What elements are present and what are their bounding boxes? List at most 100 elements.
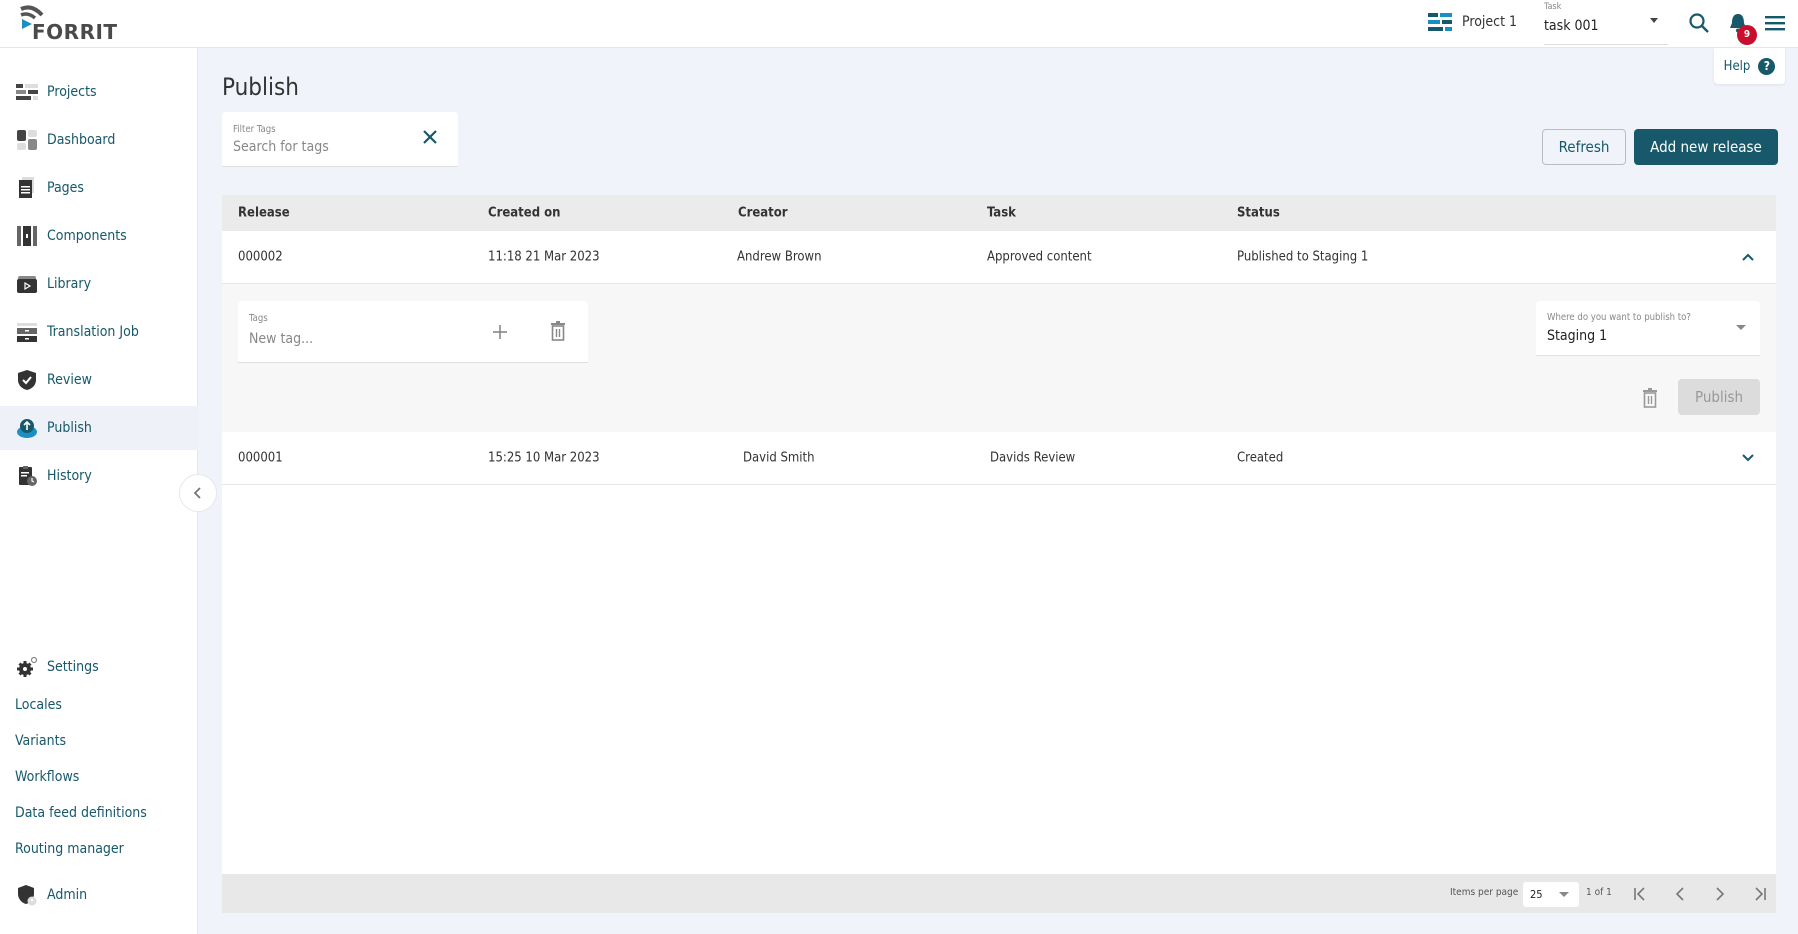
task-select-label: Task: [1544, 2, 1562, 12]
task-select-value: task 001: [1544, 18, 1599, 34]
sidebar-item-label: Translation Job: [47, 324, 139, 340]
sidebar-collapse-button[interactable]: [179, 474, 217, 512]
logo-text: FORRIT: [32, 20, 118, 44]
search-icon[interactable]: [1688, 12, 1710, 34]
sidebar-link-locales[interactable]: Locales: [15, 697, 62, 713]
add-new-release-button[interactable]: Add new release: [1634, 129, 1778, 165]
sidebar-item-label: Review: [47, 372, 92, 388]
publish-icon: [17, 419, 37, 438]
sidebar-item-label: Dashboard: [47, 132, 116, 148]
tags-placeholder: New tag...: [249, 331, 314, 347]
status: Created: [1237, 450, 1284, 466]
release-id: 000002: [238, 249, 283, 265]
clear-filter-icon[interactable]: [420, 127, 440, 147]
sidebar-item-dashboard[interactable]: Dashboard: [0, 118, 198, 162]
column-header-task[interactable]: Task: [987, 206, 1016, 221]
pagination-bar: Items per page 25 1 of 1: [222, 874, 1776, 913]
review-icon: [18, 370, 36, 390]
tags-label: Tags: [249, 313, 268, 324]
sidebar-item-components[interactable]: Components: [0, 214, 198, 258]
chevron-up-icon[interactable]: [1741, 252, 1755, 262]
sidebar-link-routing-manager[interactable]: Routing manager: [15, 841, 124, 857]
releases-table: Release Created on Creator Task Status 0…: [222, 195, 1776, 913]
project-selector[interactable]: Project 1: [1428, 12, 1517, 32]
sidebar-item-publish[interactable]: Publish: [0, 406, 198, 450]
table-row[interactable]: 000002 11:18 21 Mar 2023 Andrew Brown Ap…: [222, 231, 1776, 284]
task: Approved content: [987, 249, 1092, 265]
sidebar-link-data-feed-definitions[interactable]: Data feed definitions: [15, 805, 147, 821]
first-page-icon[interactable]: [1630, 884, 1650, 904]
pages-icon: [19, 177, 34, 198]
task-select[interactable]: Task task 001: [1544, 0, 1668, 45]
sidebar-item-review[interactable]: Review: [0, 358, 198, 402]
page-title: Publish: [222, 73, 299, 101]
items-per-page-label: Items per page: [1450, 887, 1519, 898]
next-page-icon[interactable]: [1710, 884, 1730, 904]
help-label: Help: [1723, 58, 1751, 74]
caret-down-icon: [1650, 18, 1658, 23]
dashboard-icon: [17, 130, 37, 150]
help-icon: ?: [1758, 57, 1776, 75]
filter-tags-placeholder: Search for tags: [233, 139, 329, 155]
top-header: FORRIT Project 1 Task task 001 9: [0, 0, 1798, 48]
settings-gear-icon: [17, 656, 38, 677]
table-row[interactable]: 000001 15:25 10 Mar 2023 David Smith Dav…: [222, 432, 1776, 485]
created-on: 11:18 21 Mar 2023: [488, 249, 600, 265]
chevron-left-icon: [193, 487, 201, 499]
translation-job-icon: [17, 323, 37, 342]
sidebar-item-pages[interactable]: Pages: [0, 166, 198, 210]
filter-tags-label: Filter Tags: [233, 124, 276, 135]
filter-tags-input[interactable]: Filter Tags Search for tags: [222, 112, 458, 167]
column-header-status[interactable]: Status: [1237, 206, 1280, 221]
library-icon: [17, 276, 37, 293]
tags-input[interactable]: Tags New tag...: [238, 301, 588, 363]
notification-badge: 9: [1737, 25, 1757, 45]
sidebar-item-label: Library: [47, 276, 92, 292]
creator: Andrew Brown: [737, 249, 822, 265]
column-header-created-on[interactable]: Created on: [488, 206, 561, 221]
sidebar-item-label: Components: [47, 228, 127, 244]
column-header-creator[interactable]: Creator: [738, 206, 788, 221]
creator: David Smith: [743, 450, 815, 466]
hamburger-menu-icon[interactable]: [1764, 12, 1786, 34]
release-id: 000001: [238, 450, 283, 466]
task: Davids Review: [990, 450, 1076, 466]
publish-button[interactable]: Publish: [1678, 379, 1760, 415]
delete-release-icon[interactable]: [1642, 388, 1658, 408]
sidebar-item-admin[interactable]: Admin: [0, 873, 198, 917]
project-label: Project 1: [1462, 14, 1518, 30]
forrit-logo[interactable]: FORRIT: [18, 5, 128, 45]
sidebar-item-settings[interactable]: Settings: [0, 645, 198, 689]
sidebar-item-translation-job[interactable]: Translation Job: [0, 310, 198, 354]
project-grid-icon: [1428, 13, 1452, 31]
column-header-release[interactable]: Release: [238, 206, 290, 221]
chevron-down-icon[interactable]: [1741, 453, 1755, 463]
items-per-page-value: 25: [1530, 888, 1543, 901]
publish-destination-select[interactable]: Where do you want to publish to? Staging…: [1536, 301, 1760, 356]
refresh-button[interactable]: Refresh: [1542, 129, 1626, 165]
caret-down-icon: [1736, 325, 1746, 330]
sidebar-item-library[interactable]: Library: [0, 262, 198, 306]
admin-shield-icon: [18, 885, 37, 906]
table-header: Release Created on Creator Task Status: [222, 195, 1776, 231]
last-page-icon[interactable]: [1750, 884, 1770, 904]
status: Published to Staging 1: [1237, 249, 1369, 265]
sidebar-link-workflows[interactable]: Workflows: [15, 769, 79, 785]
created-on: 15:25 10 Mar 2023: [488, 450, 600, 466]
sidebar-item-history[interactable]: History: [0, 454, 198, 498]
items-per-page-select[interactable]: 25: [1523, 882, 1579, 907]
sidebar-item-label: Admin: [47, 887, 88, 903]
add-tag-icon[interactable]: [491, 323, 509, 341]
delete-tag-icon[interactable]: [550, 321, 566, 341]
sidebar-link-variants[interactable]: Variants: [15, 733, 66, 749]
sidebar-item-projects[interactable]: Projects: [0, 70, 198, 114]
sidebar: Projects Dashboard Pages Components Libr…: [0, 48, 198, 934]
sidebar-item-label: Publish: [47, 420, 92, 436]
previous-page-icon[interactable]: [1670, 884, 1690, 904]
history-icon: [19, 466, 37, 486]
destination-value: Staging 1: [1547, 328, 1608, 344]
projects-icon: [16, 84, 38, 100]
caret-down-icon: [1559, 892, 1569, 897]
help-button[interactable]: Help ?: [1714, 48, 1785, 84]
sidebar-item-label: Projects: [47, 84, 97, 100]
